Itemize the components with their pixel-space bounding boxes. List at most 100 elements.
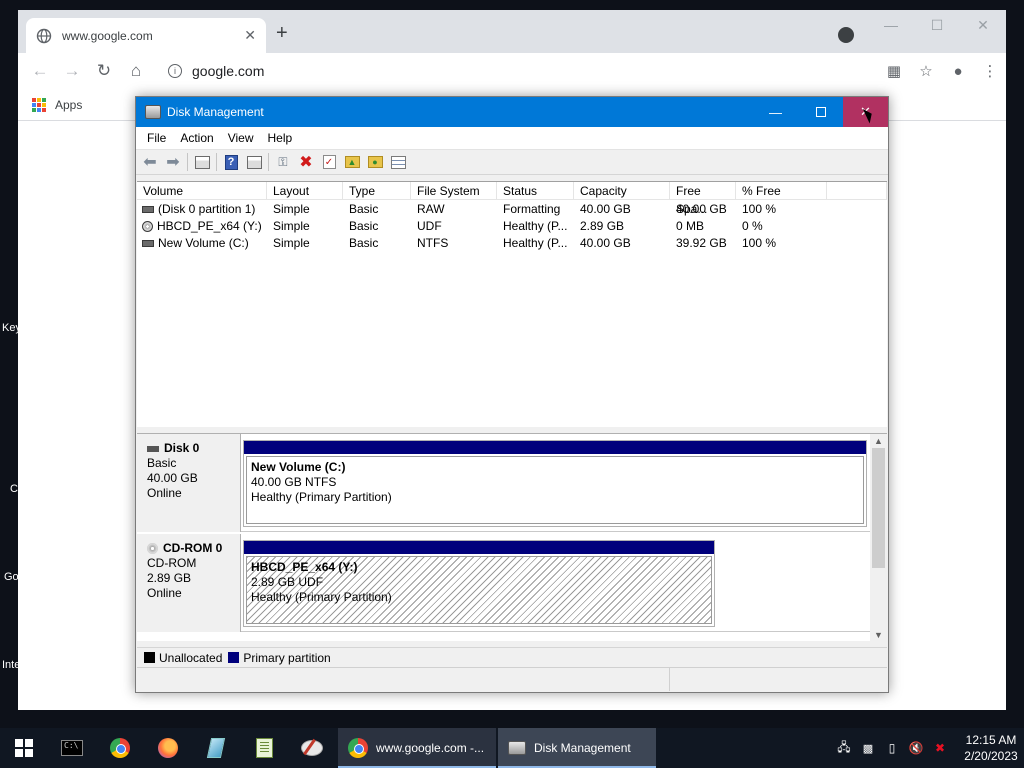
help-icon[interactable]: ? — [221, 153, 241, 171]
minimize-icon[interactable]: — — [868, 10, 914, 40]
delete-icon[interactable]: ✖ — [296, 153, 316, 171]
color-icon[interactable]: ▩ — [856, 742, 880, 755]
disk-kind: CD-ROM — [147, 556, 197, 570]
table-row[interactable]: New Volume (C:) Simple Basic NTFS Health… — [137, 235, 887, 252]
chrome-tab[interactable]: www.google.com ✕ — [26, 18, 266, 53]
usb-icon[interactable]: ▯ — [880, 741, 904, 755]
disk-row[interactable]: Disk 0 Basic 40.00 GB Online New Volume … — [137, 434, 870, 532]
partition-box[interactable]: New Volume (C:) 40.00 GB NTFS Healthy (P… — [246, 456, 864, 524]
col-type[interactable]: Type — [343, 182, 411, 199]
chrome-taskbar-button[interactable] — [96, 728, 144, 768]
home-button[interactable]: ⌂ — [120, 61, 152, 81]
reload-button[interactable]: ↻ — [88, 61, 120, 81]
cmd-taskbar-button[interactable]: C:\ — [48, 728, 96, 768]
col-capacity[interactable]: Capacity — [574, 182, 670, 199]
tab-search-icon[interactable] — [838, 27, 854, 43]
table-row[interactable]: HBCD_PE_x64 (Y:) Simple Basic UDF Health… — [137, 218, 887, 235]
volume-capacity: 2.89 GB — [580, 219, 625, 233]
drive-icon — [142, 206, 154, 213]
taskbar-app-disk-management[interactable]: Disk Management — [498, 728, 656, 768]
disk-view-scrollbar[interactable]: ▲ ▼ — [870, 434, 887, 642]
maximize-icon[interactable]: ☐ — [914, 10, 960, 40]
taskbar-app-chrome[interactable]: www.google.com -... — [338, 728, 496, 768]
glass-taskbar-button[interactable] — [192, 728, 240, 768]
properties-icon[interactable] — [192, 153, 212, 171]
menu-icon[interactable]: ⋮ — [974, 62, 1006, 80]
address-bar[interactable]: i google.com — [158, 57, 858, 85]
cdrom-icon — [147, 543, 158, 554]
info-icon[interactable]: i — [168, 64, 182, 78]
legend-unallocated: Unallocated — [159, 650, 223, 665]
menu-view[interactable]: View — [221, 131, 261, 145]
bookmark-star-icon[interactable]: ☆ — [910, 62, 942, 80]
dm-toolbar: ⬅ ➡ ? ⚿ ✖ ✓ ▲ ● — [136, 149, 888, 175]
menu-help[interactable]: Help — [261, 131, 300, 145]
partition-status: Healthy (Primary Partition) — [251, 490, 392, 504]
volume-free: 0 MB — [676, 219, 705, 233]
col-file-system[interactable]: File System — [411, 182, 497, 199]
firefox-taskbar-button[interactable] — [144, 728, 192, 768]
qr-code-icon[interactable]: ▦ — [878, 62, 910, 80]
partition-block[interactable]: New Volume (C:) 40.00 GB NTFS Healthy (P… — [243, 440, 867, 527]
clock[interactable]: 12:15 AM 2/20/2023 — [958, 732, 1024, 764]
close-icon[interactable]: ✕ — [960, 10, 1006, 40]
volume-status: Formatting — [503, 202, 561, 216]
disk-info[interactable]: CD-ROM 0 CD-ROM 2.89 GB Online — [137, 534, 241, 632]
profile-icon[interactable]: ● — [942, 63, 974, 80]
volume-pct-free: 100 % — [742, 236, 777, 250]
scroll-up-icon[interactable]: ▲ — [870, 434, 887, 448]
connect-icon[interactable]: ⚿ — [273, 153, 293, 171]
disk-name: Disk 0 — [164, 441, 200, 455]
volume-list-header: Volume Layout Type File System Status Ca… — [137, 182, 887, 216]
col-layout[interactable]: Layout — [267, 182, 343, 199]
volume-muted-icon[interactable]: 🔇 — [904, 741, 928, 755]
dm-maximize-icon[interactable] — [798, 97, 843, 127]
folder-up-icon[interactable]: ▲ — [342, 153, 362, 171]
col-volume[interactable]: Volume — [137, 182, 267, 199]
col-percent-free[interactable]: % Free — [736, 182, 827, 199]
forward-button[interactable]: → — [56, 61, 88, 81]
volume-fs: UDF — [417, 219, 442, 233]
windows-logo-icon — [15, 739, 33, 757]
apps-bookmark[interactable]: Apps — [55, 98, 82, 112]
scroll-down-icon[interactable]: ▼ — [870, 628, 887, 642]
scrollbar-thumb[interactable] — [872, 448, 885, 568]
list-view-icon[interactable] — [388, 153, 408, 171]
volume-capacity: 40.00 GB — [580, 236, 631, 250]
table-row[interactable]: (Disk 0 partition 1) Simple Basic RAW Fo… — [137, 201, 887, 218]
menu-file[interactable]: File — [140, 131, 173, 145]
tab-close-icon[interactable]: ✕ — [244, 27, 256, 44]
dm-minimize-icon[interactable]: — — [753, 97, 798, 127]
volume-name: New Volume (C:) — [158, 236, 249, 250]
console-icon[interactable] — [244, 153, 264, 171]
close-tray-icon[interactable]: ✖ — [928, 741, 952, 755]
forward-arrow-icon[interactable]: ➡ — [163, 153, 183, 171]
apps-grid-icon[interactable] — [32, 97, 46, 112]
dm-title-bar[interactable]: Disk Management — ✕ — [136, 97, 888, 127]
back-button[interactable]: ← — [24, 61, 56, 81]
disk-graphical-view: Disk 0 Basic 40.00 GB Online New Volume … — [137, 433, 887, 642]
col-free-space[interactable]: Free Spa... — [670, 182, 736, 216]
volume-type: Basic — [349, 236, 379, 250]
new-tab-button[interactable]: + — [276, 23, 288, 43]
col-status[interactable]: Status — [497, 182, 574, 199]
partition-box[interactable]: HBCD_PE_x64 (Y:) 2.89 GB UDF Healthy (Pr… — [246, 556, 712, 624]
paint-taskbar-button[interactable] — [288, 728, 336, 768]
volume-list: Volume Layout Type File System Status Ca… — [137, 181, 887, 427]
partition-block[interactable]: HBCD_PE_x64 (Y:) 2.89 GB UDF Healthy (Pr… — [243, 540, 715, 627]
check-icon[interactable]: ✓ — [319, 153, 339, 171]
volume-fs: RAW — [417, 202, 445, 216]
dm-close-icon[interactable]: ✕ — [843, 97, 888, 127]
disk-info[interactable]: Disk 0 Basic 40.00 GB Online — [137, 434, 241, 532]
start-button[interactable] — [0, 728, 48, 768]
back-arrow-icon[interactable]: ⬅ — [140, 153, 160, 171]
folder-search-icon[interactable]: ● — [365, 153, 385, 171]
volume-name: HBCD_PE_x64 (Y:) — [157, 219, 262, 233]
chrome-icon — [348, 738, 368, 758]
volume-layout: Simple — [273, 219, 310, 233]
disk-row[interactable]: CD-ROM 0 CD-ROM 2.89 GB Online HBCD_PE_x… — [137, 534, 870, 632]
notepad-taskbar-button[interactable] — [240, 728, 288, 768]
menu-action[interactable]: Action — [173, 131, 220, 145]
network-icon[interactable]: 🖧 — [832, 738, 856, 759]
primary-partition-swatch — [228, 652, 240, 663]
